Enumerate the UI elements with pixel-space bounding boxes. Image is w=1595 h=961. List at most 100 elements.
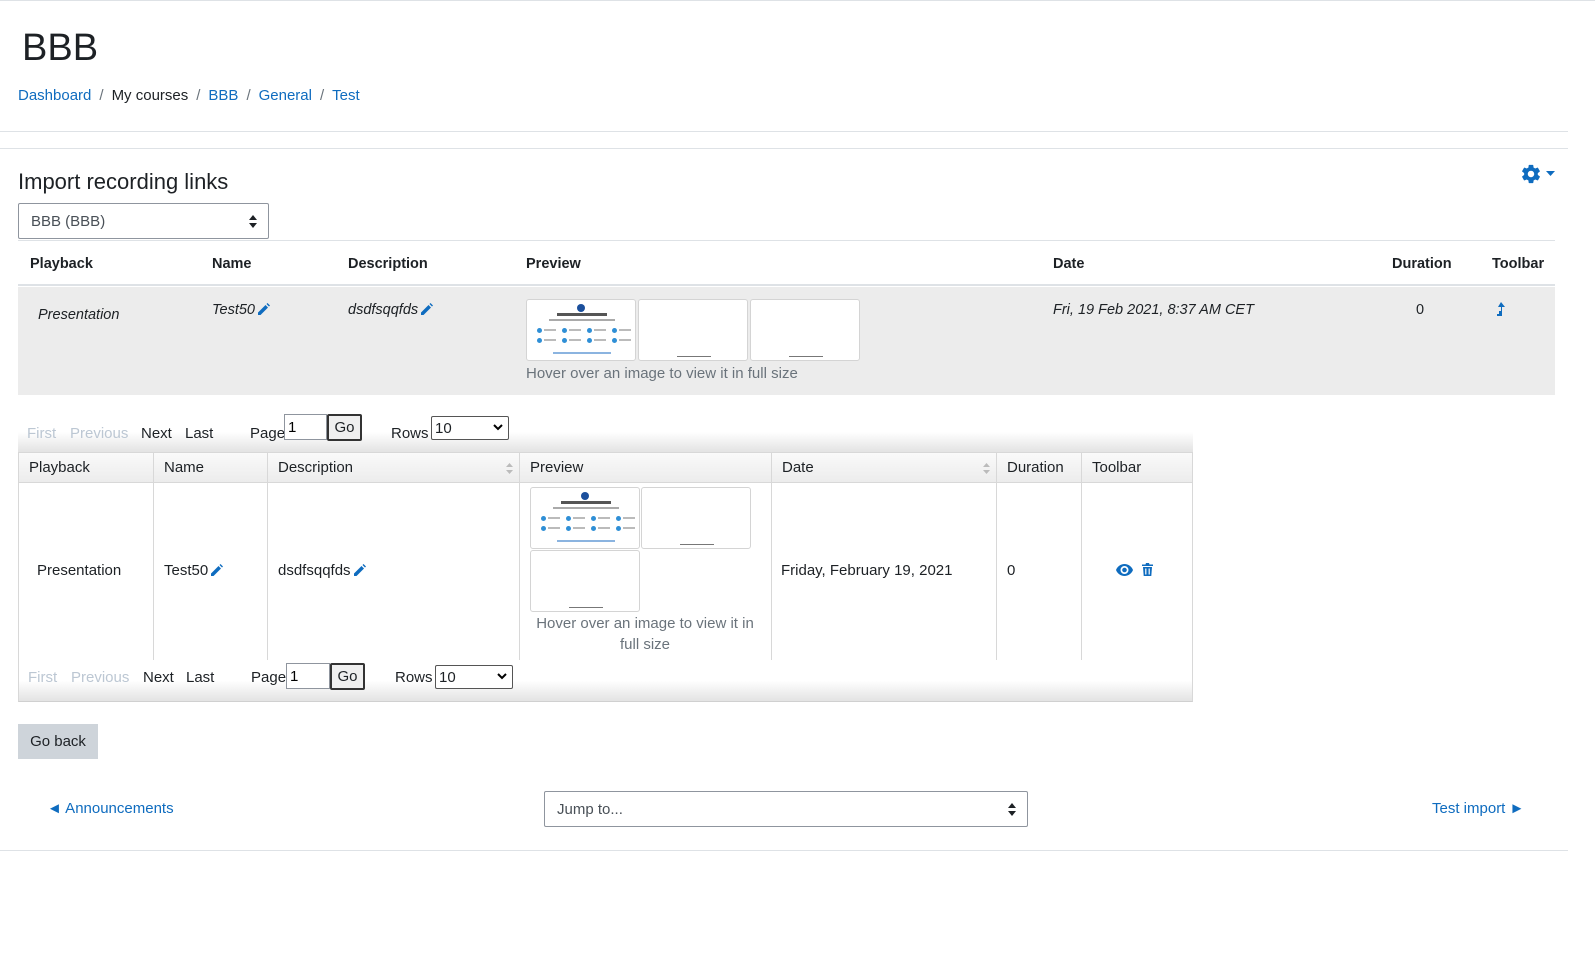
pager-top: First Previous Next Last Page Go Rows 10 [18, 412, 1193, 452]
top-divider [0, 0, 1595, 1]
breadcrumb-general[interactable]: General [259, 86, 312, 106]
col-preview: Preview [520, 453, 772, 483]
breadcrumb-bbb[interactable]: BBB [208, 86, 238, 106]
content-divider [0, 148, 1568, 149]
trash-icon[interactable] [1142, 563, 1153, 580]
pager-first: First [27, 425, 57, 442]
preview-thumbnail[interactable] [638, 299, 748, 361]
col-description: Description [348, 256, 428, 272]
pager-rows-label: Rows [395, 669, 433, 686]
preview-thumbnail[interactable] [530, 487, 640, 549]
actions-menu-button[interactable] [1520, 163, 1555, 185]
col-duration: Duration [1392, 256, 1452, 272]
name-cell: Test50 [212, 302, 270, 318]
header-divider [0, 131, 1568, 132]
pager-previous: Previous [71, 669, 130, 686]
breadcrumb-test[interactable]: Test [332, 86, 360, 106]
recordings-table-header: Playback Name Description Preview Date D… [19, 452, 1192, 483]
chevron-down-icon [493, 424, 503, 431]
pencil-icon[interactable] [419, 303, 434, 317]
duration-cell: 0 [1007, 562, 1016, 579]
col-toolbar: Toolbar [1092, 459, 1142, 476]
breadcrumb-separator: / [99, 87, 104, 104]
caret-down-icon [1546, 171, 1555, 176]
col-name: Name [154, 453, 268, 483]
recording-description: dsdfsqqfds [278, 562, 351, 579]
pager-rows-select[interactable]: 10 [435, 665, 513, 689]
breadcrumb-my-courses: My courses [111, 87, 189, 104]
chevron-down-icon [497, 673, 507, 680]
breadcrumb-dashboard[interactable]: Dashboard [18, 86, 91, 106]
breadcrumb-separator: / [319, 87, 325, 104]
col-duration: Duration [997, 453, 1082, 483]
pager-rows-value: 10 [439, 668, 456, 686]
col-description[interactable]: Description [268, 453, 520, 483]
preview-thumbnail[interactable] [750, 299, 860, 361]
pager-rows-select[interactable]: 10 [431, 416, 509, 440]
col-preview: Preview [526, 256, 581, 272]
name-cell: Test50 [164, 562, 224, 579]
description-cell: dsdfsqqfds [348, 302, 434, 318]
pencil-icon[interactable] [209, 564, 224, 578]
pager-go-button[interactable]: Go [330, 663, 365, 690]
import-table-header: Playback Name Description Preview Date D… [18, 240, 1555, 286]
col-toolbar: Toolbar [1492, 256, 1545, 272]
pager-go-button[interactable]: Go [327, 414, 362, 441]
preview-thumbnail[interactable] [530, 550, 640, 612]
select-arrows-icon [1008, 803, 1016, 816]
sort-icon [983, 463, 990, 474]
description-cell: dsdfsqqfds [278, 562, 366, 579]
jump-to-placeholder: Jump to... [557, 800, 623, 818]
pager-bottom: First Previous Next Last Page Go Rows 10 [18, 660, 1193, 702]
import-button[interactable] [1495, 302, 1505, 320]
pager-previous: Previous [70, 425, 129, 442]
pager-last[interactable]: Last [186, 669, 214, 686]
page-title: BBB [22, 27, 99, 69]
toolbar-cell [1116, 563, 1153, 580]
pager-page-label: Page [250, 425, 286, 442]
recording-description: dsdfsqqfds [348, 302, 419, 318]
sort-icon [506, 463, 513, 474]
preview-thumbnails [530, 487, 754, 617]
pager-page-input[interactable] [286, 663, 330, 689]
jump-to-select[interactable]: Jump to... [544, 791, 1028, 827]
recording-name: Test50 [164, 562, 209, 579]
col-playback: Playback [30, 256, 93, 272]
pager-next[interactable]: Next [141, 425, 172, 442]
section-title: Import recording links [18, 169, 229, 194]
select-arrows-icon [249, 215, 257, 228]
footer-divider [0, 850, 1568, 851]
pencil-icon[interactable] [352, 564, 366, 578]
pager-rows-label: Rows [391, 425, 429, 442]
breadcrumb-separator: / [246, 87, 251, 104]
col-date: Date [1053, 256, 1085, 272]
preview-hint: Hover over an image to view it in full s… [526, 365, 798, 382]
preview-thumbnail[interactable] [641, 487, 751, 549]
pencil-icon[interactable] [256, 303, 270, 317]
col-name: Name [212, 256, 252, 272]
breadcrumb-separator: / [196, 87, 201, 104]
course-select-value: BBB (BBB) [31, 212, 106, 230]
playback-cell: Presentation [37, 562, 122, 579]
next-activity-link[interactable]: Test import ► [1432, 800, 1524, 817]
gear-icon [1522, 164, 1540, 184]
eye-icon[interactable] [1116, 563, 1133, 580]
import-arrow-icon [1497, 302, 1505, 316]
date-cell: Fri, 19 Feb 2021, 8:37 AM CET [1053, 302, 1254, 318]
course-select[interactable]: BBB (BBB) [18, 203, 269, 239]
pager-next[interactable]: Next [143, 669, 174, 686]
import-table-row: Presentation Test50 dsdfsqqfds Hover ove… [18, 287, 1555, 395]
col-date[interactable]: Date [772, 453, 997, 483]
preview-thumbnails [526, 299, 860, 361]
breadcrumb: Dashboard / My courses / BBB / General /… [18, 86, 360, 106]
pager-first: First [28, 669, 58, 686]
pager-rows-value: 10 [435, 419, 452, 437]
playback-cell: Presentation [38, 307, 120, 323]
pager-page-input[interactable] [284, 414, 327, 440]
col-playback: Playback [19, 453, 154, 483]
pager-last[interactable]: Last [185, 425, 213, 442]
date-cell: Friday, February 19, 2021 [781, 562, 953, 579]
go-back-button[interactable]: Go back [18, 724, 98, 759]
prev-activity-link[interactable]: ◄ Announcements [47, 800, 174, 817]
preview-thumbnail[interactable] [526, 299, 636, 361]
